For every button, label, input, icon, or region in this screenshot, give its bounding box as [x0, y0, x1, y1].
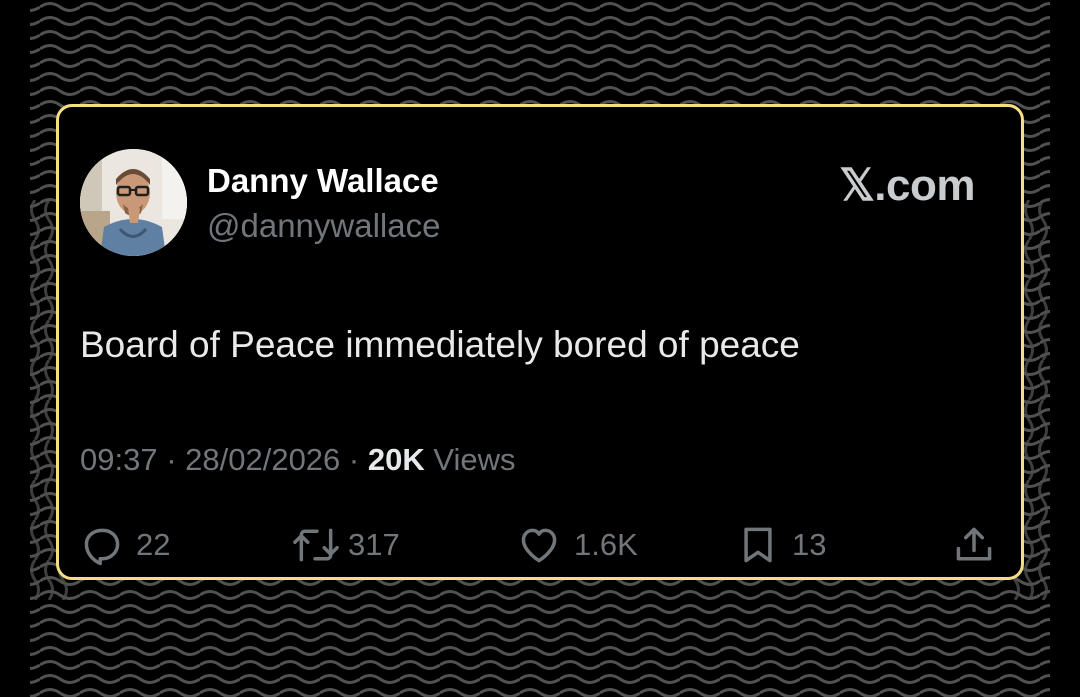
like-button[interactable]: 1.6K	[516, 521, 638, 569]
tweet-meta: 09:37 · 28/02/2026 · 20K Views	[80, 440, 516, 480]
bookmark-count: 13	[792, 527, 827, 562]
separator: ·	[340, 442, 368, 477]
reply-icon	[80, 523, 124, 567]
share-button[interactable]	[952, 521, 996, 569]
bookmark-button[interactable]: 13	[736, 521, 826, 569]
tweet-time[interactable]: 09:37	[80, 442, 158, 477]
like-count: 1.6K	[574, 527, 638, 562]
avatar[interactable]	[80, 149, 187, 256]
action-bar: 22 317 1.6K 13	[80, 521, 1000, 569]
repost-button[interactable]: 317	[292, 521, 400, 569]
separator: ·	[157, 442, 186, 477]
tweet-date[interactable]: 28/02/2026	[185, 442, 340, 477]
display-name[interactable]: Danny Wallace	[207, 161, 439, 201]
views-label: Views	[433, 442, 516, 477]
repost-count: 317	[348, 527, 400, 562]
like-icon	[516, 523, 562, 567]
repost-icon	[292, 523, 340, 567]
bookmark-icon	[736, 523, 780, 567]
reply-button[interactable]: 22	[80, 521, 170, 569]
brand-logo: 𝕏.com	[839, 161, 975, 210]
tweet-text: Board of Peace immediately bored of peac…	[80, 324, 800, 365]
share-icon	[952, 523, 996, 567]
user-handle[interactable]: @dannywallace	[207, 206, 440, 246]
tweet-card: Danny Wallace @dannywallace 𝕏.com Board …	[56, 104, 1024, 580]
reply-count: 22	[136, 527, 171, 562]
views-count: 20K	[367, 442, 425, 477]
